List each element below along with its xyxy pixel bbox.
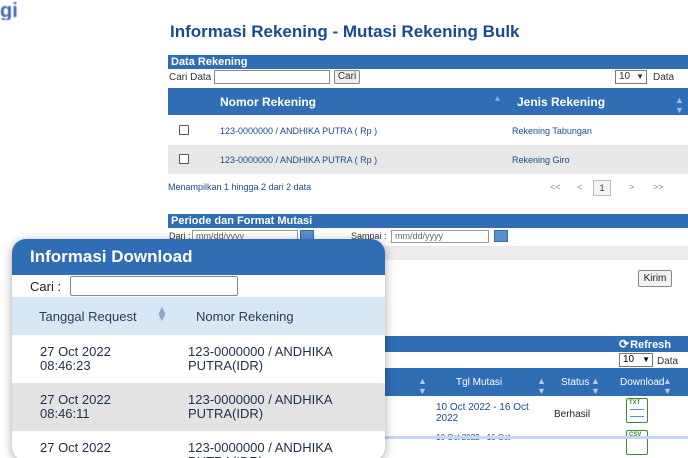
sort-icon[interactable]: ▲ ▼ [156, 304, 168, 323]
search-label: Cari Data : [169, 72, 217, 83]
column-jenis-rekening[interactable]: Jenis Rekening [517, 95, 605, 109]
refresh-icon: ⟳ [619, 337, 630, 351]
file-type-label: TXT [629, 400, 641, 406]
table-row: 123-0000000 / ANDHIKA PUTRA ( Rp ) Reken… [168, 116, 688, 145]
periode-header: Periode dan Format Mutasi [168, 214, 688, 228]
rekening-cell: 123-0000000 / ANDHIKA PUTRA(IDR) [188, 440, 332, 458]
tanggal-cell: 27 Oct 2022 [40, 440, 111, 455]
pager-first[interactable]: << [550, 182, 561, 192]
page-size-value: 10 [619, 71, 631, 82]
csv-file-icon[interactable]: CSV [626, 430, 648, 455]
to-date-input[interactable]: mm/dd/yyyy [391, 230, 489, 243]
column-tgl-mutasi[interactable]: Tgl Mutasi [456, 377, 502, 388]
nomor-rekening-cell: 123-0000000 / ANDHIKA PUTRA ( Rp ) [220, 126, 378, 136]
file-lines [630, 409, 644, 417]
page-title: Informasi Rekening - Mutasi Rekening Bul… [170, 22, 520, 41]
background-heading-fragment: gi [0, 0, 18, 20]
popup-title: Informasi Download [30, 247, 193, 266]
table-row: 27 Oct 2022 123-0000000 / ANDHIKA PUTRA(… [12, 431, 385, 458]
search-input[interactable] [214, 70, 330, 84]
pager-next[interactable]: > [629, 182, 634, 192]
popup-search-label: Cari : [30, 279, 62, 294]
popup-search-input[interactable] [70, 276, 238, 296]
table-row: 123-0000000 / ANDHIKA PUTRA ( Rp ) Reken… [168, 145, 688, 174]
sort-icon[interactable]: ▲ ▼ [675, 95, 684, 115]
status-cell: Berhasil [554, 409, 591, 420]
page-size-suffix: Data [653, 72, 675, 83]
rekening-cell: 123-0000000 / ANDHIKA PUTRA(IDR) [188, 344, 332, 373]
table-info-row: Menampilkan 1 hingga 2 dari 2 data << < … [168, 180, 688, 196]
table-row: 27 Oct 2022 08:46:11 123-0000000 / ANDHI… [12, 383, 385, 431]
tgl-mutasi-cell: 10 Oct 2022 - 16 Oct 2022 [436, 402, 529, 424]
sort-icon[interactable]: ▲ ▼ [537, 376, 546, 396]
kirim-button[interactable]: Kirim [638, 270, 672, 287]
data-rekening-search-row: Cari Data : Cari 10 ▼ Data [168, 69, 688, 87]
table-summary: Menampilkan 1 hingga 2 dari 2 data [168, 182, 312, 192]
download-info-popup: Informasi Download Cari : Tanggal Reques… [12, 239, 385, 458]
rekening-cell: 123-0000000 / ANDHIKA PUTRA(IDR) [188, 392, 332, 421]
page-size-suffix: Data [657, 356, 679, 367]
table-row: 27 Oct 2022 08:46:23 123-0000000 / ANDHI… [12, 335, 385, 383]
sort-icon[interactable]: ▲ ▼ [418, 376, 427, 396]
pager-current[interactable]: 1 [593, 180, 611, 196]
page-size-value: 10 [623, 354, 635, 365]
sort-icon[interactable]: ▲ ▼ [591, 376, 600, 396]
periode-title: Periode dan Format Mutasi [171, 215, 313, 227]
column-nomor-rekening[interactable]: Nomor Rekening [220, 95, 316, 109]
row-checkbox[interactable] [179, 125, 189, 135]
download-page-size-select[interactable]: 10 ▼ [619, 353, 653, 367]
page: gi Informasi Rekening - Mutasi Rekening … [0, 0, 688, 458]
column-tanggal-request[interactable]: Tanggal Request [39, 309, 137, 324]
popup-table-header: Tanggal Request ▲ ▼ Nomor Rekening [12, 297, 385, 335]
row-checkbox[interactable] [179, 154, 189, 164]
pager-prev[interactable]: < [577, 182, 582, 192]
chevron-down-icon: ▼ [642, 355, 650, 364]
tanggal-cell: 27 Oct 2022 08:46:23 [40, 344, 111, 373]
jenis-rekening-cell: Rekening Giro [512, 155, 570, 165]
popup-header: Informasi Download [12, 239, 385, 275]
page-size-select[interactable]: 10 ▼ [615, 70, 647, 84]
rekening-table-header: Nomor Rekening ▲ Jenis Rekening ▲ ▼ [168, 88, 688, 115]
sort-icon[interactable]: ▲ ▼ [663, 376, 672, 396]
txt-file-icon[interactable]: TXT [626, 398, 648, 423]
refresh-label: Refresh [630, 339, 672, 351]
sort-icon[interactable]: ▲ [493, 93, 502, 103]
jenis-rekening-cell: Rekening Tabungan [512, 126, 592, 136]
search-button[interactable]: Cari [334, 70, 360, 84]
data-rekening-title: Data Rekening [171, 56, 248, 68]
refresh-button[interactable]: ⟳Refresh [619, 337, 671, 351]
pager-last[interactable]: >> [653, 182, 664, 192]
nomor-rekening-cell: 123-0000000 / ANDHIKA PUTRA ( Rp ) [220, 155, 378, 165]
calendar-icon[interactable] [494, 230, 508, 242]
data-rekening-header: Data Rekening [168, 55, 688, 69]
column-status[interactable]: Status [561, 377, 589, 388]
column-download[interactable]: Download [620, 377, 664, 388]
tanggal-cell: 27 Oct 2022 08:46:11 [40, 392, 111, 421]
column-nomor-rekening[interactable]: Nomor Rekening [196, 309, 294, 324]
chevron-down-icon: ▼ [636, 72, 644, 81]
